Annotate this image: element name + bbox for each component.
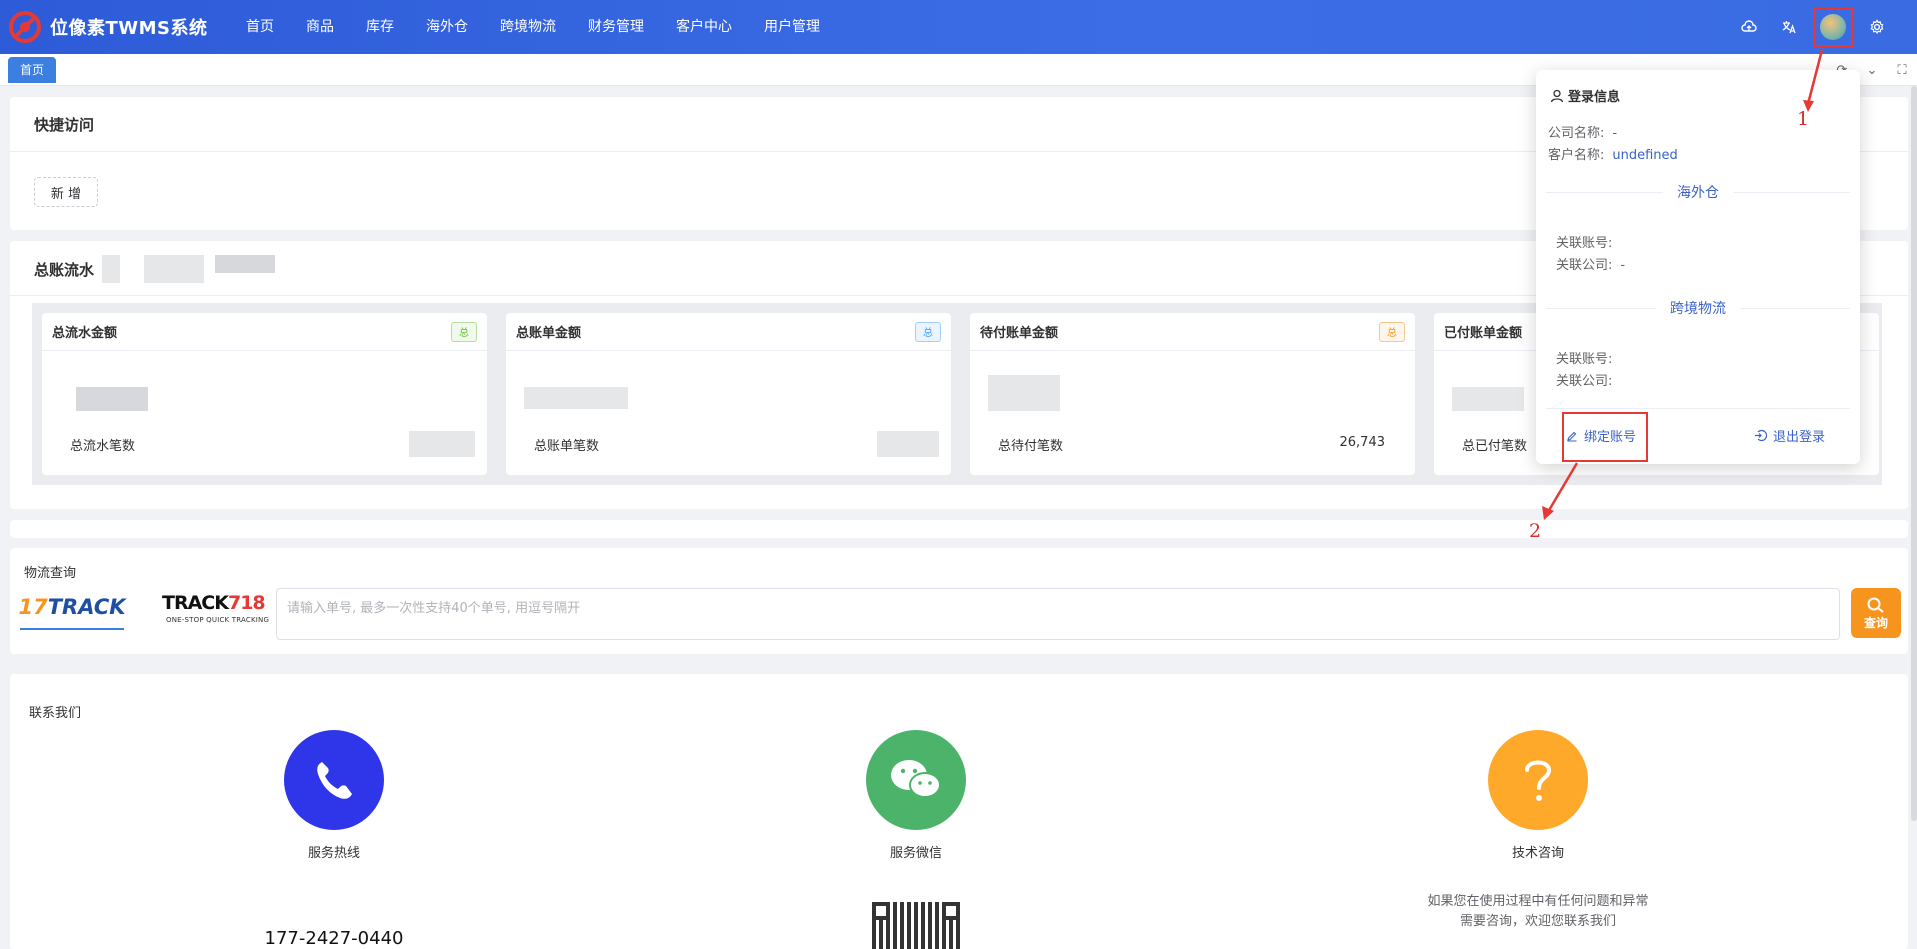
annotation-marker-1: 1 (1797, 108, 1810, 130)
annotation-marker-2: 2 (1529, 520, 1542, 542)
annotation-arrows (1542, 49, 1824, 520)
